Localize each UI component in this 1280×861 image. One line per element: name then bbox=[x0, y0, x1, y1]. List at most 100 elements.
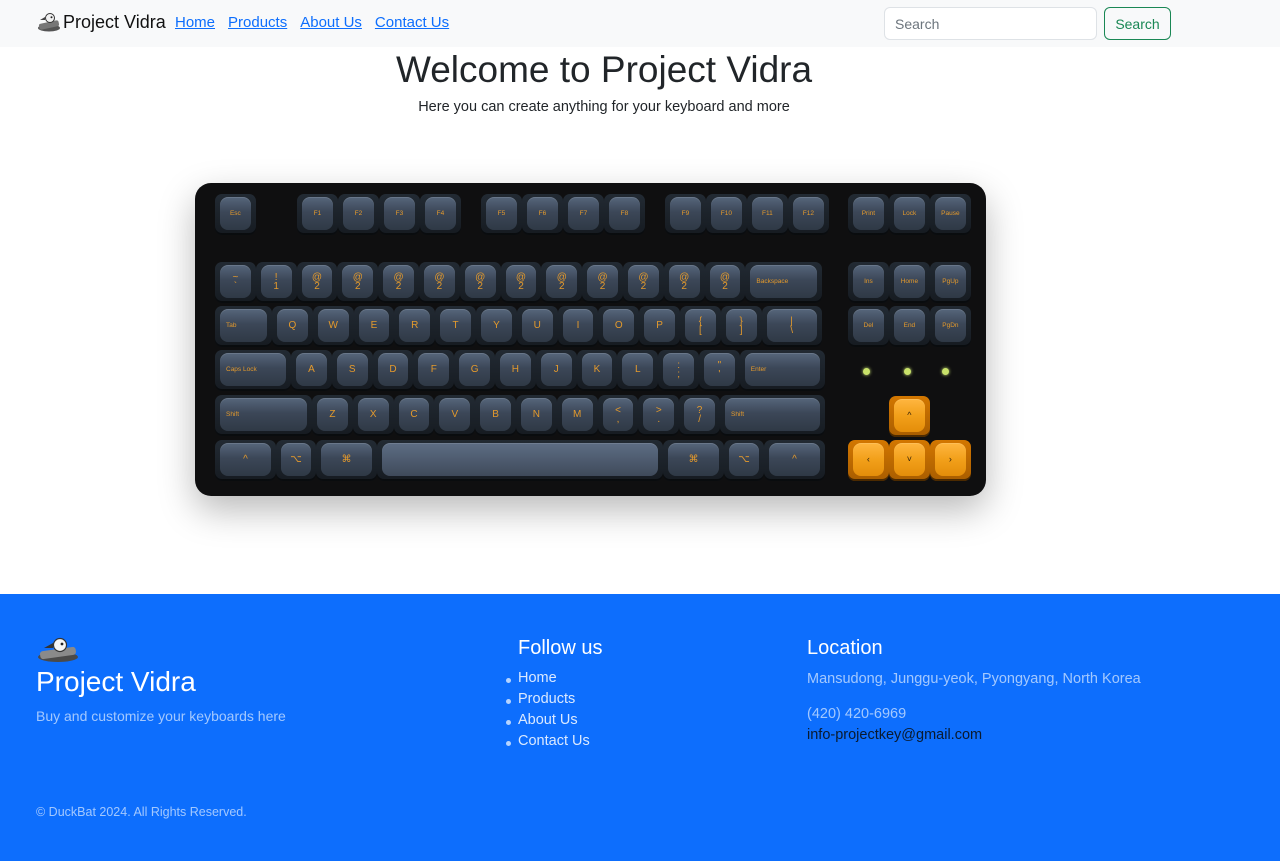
keycap-legend: B bbox=[492, 409, 499, 420]
keycap-top: P bbox=[644, 309, 675, 342]
key-number: @ 2 bbox=[704, 262, 746, 303]
search-button[interactable]: Search bbox=[1104, 7, 1171, 40]
keycap-top: › bbox=[935, 443, 966, 476]
keycap-legend: < , bbox=[615, 404, 621, 425]
keycap-legend: Caps Lock bbox=[226, 366, 257, 373]
footer-link-contact-us[interactable]: Contact Us bbox=[506, 733, 590, 754]
key-letter: K bbox=[576, 350, 618, 391]
nav-link-home[interactable]: Home bbox=[175, 14, 215, 31]
indicator-led bbox=[942, 368, 949, 375]
key-number: @ 2 bbox=[378, 262, 419, 303]
key-nav: Del bbox=[848, 306, 889, 347]
key-letter: N bbox=[516, 395, 557, 436]
key-arrow-up: ^ bbox=[889, 396, 930, 437]
keycap-top: Y bbox=[481, 309, 512, 342]
footer-phone: (420) 420-6969 bbox=[807, 706, 907, 722]
footer-link-about-us[interactable]: About Us bbox=[506, 712, 590, 733]
brand[interactable]: Project Vidra bbox=[36, 11, 166, 33]
navbar: Project Vidra Home Products About Us Con… bbox=[0, 0, 1280, 47]
keycap-top: Caps Lock bbox=[220, 353, 286, 386]
keycap-top: F3 bbox=[384, 197, 415, 230]
key-number: @ 2 bbox=[419, 262, 460, 303]
nav-link-contact-us[interactable]: Contact Us bbox=[375, 14, 449, 31]
keycap-legend: Shift bbox=[731, 411, 745, 418]
key-enter: Enter bbox=[739, 350, 825, 391]
keycap-legend: Lock bbox=[902, 210, 917, 217]
key-letter: X bbox=[352, 395, 394, 436]
key-number: @ 2 bbox=[337, 262, 379, 303]
key-letter: U bbox=[516, 306, 558, 347]
keycap-legend: @ 2 bbox=[638, 271, 649, 292]
keycap-top: F10 bbox=[711, 197, 742, 230]
key-function: F9 bbox=[665, 194, 706, 235]
keycap-legend: K bbox=[593, 364, 601, 375]
keycap-legend: F4 bbox=[436, 210, 445, 217]
keycap-top: ‹ bbox=[853, 443, 884, 476]
key-letter: R bbox=[394, 306, 436, 347]
nav-links: Home Products About Us Contact Us bbox=[175, 14, 449, 31]
keycap-top: @ 2 bbox=[587, 265, 618, 298]
keycap-legend: ? / bbox=[696, 404, 703, 425]
keycap-top bbox=[382, 443, 658, 476]
keycap-top: ~ ` bbox=[220, 265, 251, 298]
keycap-top: @ 2 bbox=[505, 265, 537, 298]
keycap-legend: ~ ` bbox=[232, 271, 239, 292]
search-input[interactable] bbox=[884, 7, 1097, 40]
key-letter: O bbox=[598, 306, 640, 347]
keycap-legend: C bbox=[410, 409, 418, 420]
keyboard-mascot-icon bbox=[38, 13, 60, 32]
key-number: @ 2 bbox=[459, 262, 501, 303]
keycap-top: F2 bbox=[343, 197, 374, 230]
keycap-legend: PgUp bbox=[942, 278, 959, 285]
keycap-top: Home bbox=[894, 265, 925, 298]
keycap-top: ⌘ bbox=[668, 443, 719, 476]
keycap-legend: F2 bbox=[354, 210, 363, 217]
keycap-top: ? / bbox=[684, 398, 715, 431]
nav-link-products[interactable]: Products bbox=[228, 14, 287, 31]
key-function: F2 bbox=[338, 194, 379, 235]
keycap-legend: @ 2 bbox=[393, 271, 404, 292]
keycap-top: F7 bbox=[568, 197, 599, 230]
key-function: Print bbox=[848, 194, 889, 235]
keycap-top: @ 2 bbox=[709, 265, 741, 298]
footer-link-products[interactable]: Products bbox=[506, 691, 590, 712]
keycap-legend: Y bbox=[493, 320, 500, 331]
keycap-top: F6 bbox=[527, 197, 558, 230]
keycap-legend: ⌥ bbox=[290, 454, 302, 465]
key-letter: V bbox=[434, 395, 476, 436]
key-nav: PgUp bbox=[930, 262, 971, 303]
keycap-top: Print bbox=[853, 197, 884, 230]
keycap-legend: Pause bbox=[941, 210, 960, 217]
keycap-legend: ˅ bbox=[906, 454, 913, 464]
keycap-top: Backspace bbox=[750, 265, 818, 298]
keycap-top: F1 bbox=[302, 197, 333, 230]
keycap-top: ⌘ bbox=[321, 443, 372, 476]
keycap-legend: } ] bbox=[739, 315, 743, 336]
nav-link-about-us[interactable]: About Us bbox=[300, 14, 362, 31]
keycap-legend: PgDn bbox=[942, 322, 959, 329]
key-tab: Tab bbox=[215, 306, 272, 347]
key-function: F8 bbox=[604, 194, 645, 235]
footer-email[interactable]: info-projectkey@gmail.com bbox=[807, 727, 982, 743]
key-function: Pause bbox=[930, 194, 971, 235]
copyright: © DuckBat 2024. All Rights Reserved. bbox=[36, 805, 247, 819]
keycap-top: F4 bbox=[425, 197, 456, 230]
keycap-top: T bbox=[440, 309, 471, 342]
key-letter: F bbox=[413, 350, 455, 391]
keycap-legend: @ 2 bbox=[311, 271, 323, 292]
page-subtitle: Here you can create anything for your ke… bbox=[418, 99, 790, 115]
key-number: ~ ` bbox=[215, 262, 256, 303]
keycap-legend: Home bbox=[900, 278, 919, 285]
keycap-legend: > . bbox=[655, 404, 662, 425]
keycap-legend: Del bbox=[863, 322, 874, 329]
key-letter: : ; bbox=[658, 350, 699, 391]
keycap-top: @ 2 bbox=[342, 265, 374, 298]
keycap-legend: @ 2 bbox=[475, 271, 486, 292]
keycap-top: U bbox=[521, 309, 553, 342]
footer-link-home[interactable]: Home bbox=[506, 670, 590, 691]
key-letter: " ' bbox=[699, 350, 740, 391]
key-letter: S bbox=[331, 350, 373, 391]
follow-us-heading: Follow us bbox=[518, 637, 603, 659]
keycap-legend: ! 1 bbox=[273, 271, 279, 292]
keycap-top: @ 2 bbox=[464, 265, 496, 298]
